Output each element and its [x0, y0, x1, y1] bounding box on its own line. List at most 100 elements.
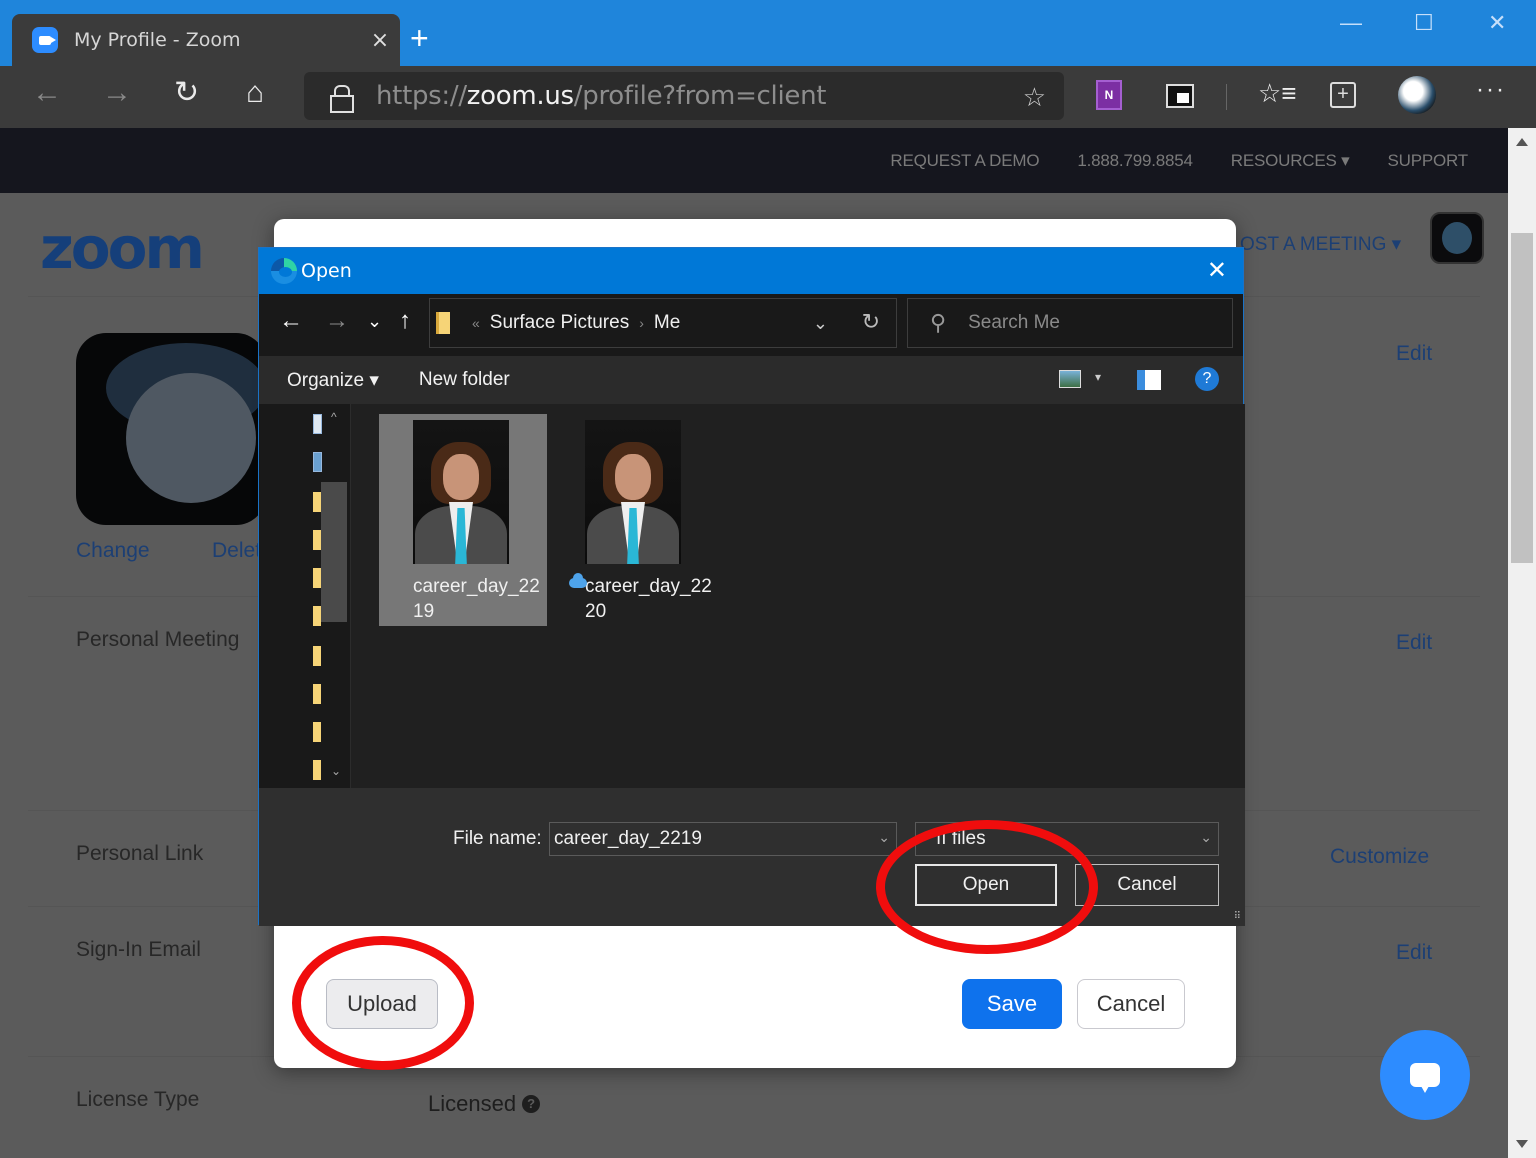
dialog-forward-icon[interactable]: → — [325, 309, 349, 333]
user-avatar[interactable] — [1430, 212, 1484, 264]
scroll-down-icon[interactable] — [1516, 1140, 1528, 1148]
more-icon[interactable]: ··· — [1476, 76, 1506, 104]
help-icon[interactable]: ? — [522, 1095, 541, 1113]
resize-grip-icon[interactable]: ⠿ — [1234, 911, 1241, 922]
delete-picture-link[interactable]: Delet — [212, 539, 261, 563]
recent-locations-icon[interactable]: ⌄ — [367, 312, 382, 330]
profile-picture — [76, 333, 266, 525]
file-name-label: File name: — [453, 828, 542, 849]
document-icon[interactable] — [313, 414, 322, 434]
zoom-logo[interactable]: zoom — [40, 214, 205, 282]
breadcrumb-me[interactable]: Me — [654, 312, 680, 334]
home-icon[interactable]: ⌂ — [246, 78, 264, 108]
toolbar-divider — [1226, 84, 1227, 110]
window-close-icon[interactable]: ✕ — [1488, 10, 1506, 36]
open-file-dialog: Open ✕ ← → ⌄ ↑ « Surface Pictures › Me ⌄… — [258, 247, 1245, 926]
profile-avatar-icon[interactable] — [1398, 76, 1436, 114]
favorites-list-icon[interactable]: ☆≡ — [1258, 78, 1296, 109]
address-dropdown-icon[interactable]: ⌄ — [813, 313, 828, 334]
dialog-close-icon[interactable]: ✕ — [1207, 256, 1227, 284]
save-button[interactable]: Save — [962, 979, 1062, 1029]
folder-icon[interactable] — [313, 722, 321, 742]
customize-link[interactable]: Customize — [1330, 845, 1429, 869]
photo-thumbnail — [585, 420, 681, 564]
nav-support[interactable]: SUPPORT — [1388, 151, 1469, 171]
page-scrollbar[interactable] — [1508, 128, 1536, 1158]
chevron-down-icon[interactable]: ⌄ — [878, 829, 890, 846]
license-type-value: Licensed — [428, 1091, 517, 1116]
new-tab-button[interactable]: + — [410, 22, 429, 54]
folder-icon[interactable] — [313, 606, 321, 626]
tab-my-profile[interactable]: My Profile - Zoom × — [12, 14, 400, 66]
file-type-select[interactable]: ıı files ⌄ — [915, 822, 1219, 856]
dialog-cancel-button[interactable]: Cancel — [1075, 864, 1219, 906]
search-icon: ⚲ — [930, 310, 947, 335]
chevron-down-icon[interactable]: ⌄ — [1200, 829, 1212, 846]
file-name-value: career_day_2219 — [554, 828, 702, 849]
minimize-icon[interactable]: — — [1340, 10, 1362, 36]
picture-in-picture-icon[interactable] — [1166, 84, 1194, 108]
scroll-thumb[interactable] — [1511, 233, 1533, 563]
back-icon[interactable]: ← — [32, 78, 62, 108]
folder-icon[interactable] — [313, 492, 321, 512]
dialog-refresh-icon[interactable]: ↻ — [862, 309, 880, 335]
zoom-favicon-icon — [32, 27, 58, 53]
change-picture-link[interactable]: Change — [76, 539, 150, 563]
tab-close-icon[interactable]: × — [360, 28, 400, 53]
up-folder-icon[interactable]: ↑ — [399, 309, 411, 333]
change-view-icon[interactable] — [1059, 370, 1081, 388]
maximize-icon[interactable]: ☐ — [1414, 10, 1434, 36]
nav-resources[interactable]: RESOURCES ▾ — [1231, 151, 1350, 171]
nav-scroll-down-icon[interactable]: ⌄ — [331, 764, 341, 778]
url-domain: zoom.us — [466, 81, 574, 111]
folder-icon[interactable] — [313, 684, 321, 704]
folder-icon[interactable] — [313, 530, 321, 550]
file-area: ^ ⌄ career_day_2219 career_day_2220 — [259, 404, 1245, 788]
dialog-titlebar: Open ✕ — [259, 248, 1243, 294]
file-item[interactable]: career_day_2220 — [551, 414, 719, 626]
breadcrumb-separator[interactable]: › — [639, 315, 644, 331]
folder-icon[interactable] — [313, 568, 321, 588]
chat-button[interactable] — [1380, 1030, 1470, 1120]
edit-personal-meeting-link[interactable]: Edit — [1396, 631, 1432, 655]
dialog-back-icon[interactable]: ← — [279, 309, 303, 333]
folder-icon[interactable] — [313, 760, 321, 780]
dialog-help-icon[interactable]: ? — [1195, 367, 1219, 391]
breadcrumb-surface-pictures[interactable]: Surface Pictures — [490, 312, 629, 334]
address-bar[interactable]: https://zoom.us/profile?from=client ☆ — [304, 72, 1064, 120]
collections-icon[interactable]: + — [1330, 82, 1356, 108]
file-type-value: ıı files — [936, 828, 986, 849]
file-name-input[interactable]: career_day_2219 ⌄ — [549, 822, 897, 856]
forward-icon[interactable]: → — [102, 78, 132, 108]
folder-icon — [436, 312, 450, 334]
nav-scroll-thumb[interactable] — [321, 482, 347, 622]
tab-title: My Profile - Zoom — [74, 29, 241, 51]
dialog-open-button[interactable]: Open — [915, 864, 1057, 906]
edit-profile-link[interactable]: Edit — [1396, 342, 1432, 366]
edit-email-link[interactable]: Edit — [1396, 941, 1432, 965]
navigation-pane[interactable]: ^ ⌄ — [259, 404, 351, 788]
url-scheme: https:// — [376, 81, 467, 111]
dialog-navigation: ← → ⌄ ↑ « Surface Pictures › Me ⌄ ↻ ⚲ Se… — [259, 294, 1243, 356]
scroll-up-icon[interactable] — [1516, 138, 1528, 146]
view-dropdown-icon[interactable]: ▾ — [1095, 370, 1101, 384]
new-folder-button[interactable]: New folder — [419, 369, 510, 391]
refresh-icon[interactable]: ↻ — [174, 78, 199, 108]
add-favorite-icon[interactable]: ☆ — [1023, 82, 1046, 113]
organize-menu[interactable]: Organize ▾ — [287, 369, 379, 392]
search-input[interactable]: ⚲ Search Me — [907, 298, 1233, 348]
breadcrumb[interactable]: « Surface Pictures › Me ⌄ ↻ — [429, 298, 897, 348]
pictures-icon[interactable] — [313, 452, 322, 472]
onenote-icon[interactable]: N — [1096, 80, 1122, 110]
nav-phone[interactable]: 1.888.799.8854 — [1077, 151, 1193, 171]
file-item[interactable]: career_day_2219 — [379, 414, 547, 626]
upload-button[interactable]: Upload — [326, 979, 438, 1029]
host-meeting-menu[interactable]: OST A MEETING ▾ — [1240, 233, 1401, 256]
nav-request-demo[interactable]: REQUEST A DEMO — [890, 151, 1039, 171]
cancel-button[interactable]: Cancel — [1077, 979, 1185, 1029]
top-navigation: REQUEST A DEMO 1.888.799.8854 RESOURCES … — [0, 128, 1508, 193]
preview-pane-icon[interactable] — [1137, 370, 1161, 390]
folder-icon[interactable] — [313, 646, 321, 666]
breadcrumb-overflow[interactable]: « — [472, 315, 480, 331]
nav-scroll-up-icon[interactable]: ^ — [331, 410, 337, 424]
